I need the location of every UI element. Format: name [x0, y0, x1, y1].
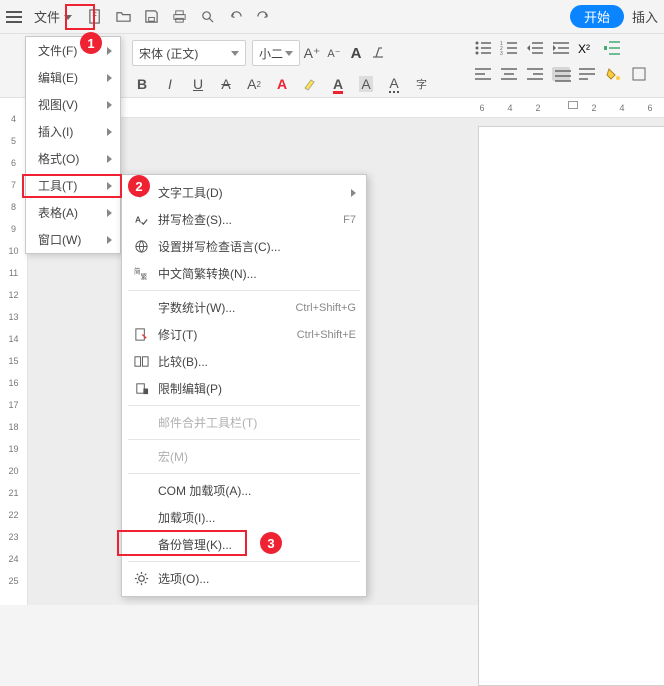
emphasis-button[interactable]: A	[384, 74, 404, 94]
align-center-icon[interactable]	[500, 67, 518, 81]
svg-text:3: 3	[500, 51, 503, 56]
align-left-icon[interactable]	[474, 67, 492, 81]
document-page[interactable]	[478, 126, 664, 686]
clear-format-icon[interactable]	[368, 43, 388, 63]
compare-icon	[132, 353, 150, 371]
indent-icon[interactable]	[552, 40, 570, 56]
chevron-right-icon	[107, 179, 112, 193]
submenu-sc-convert[interactable]: 简繁 中文简繁转换(N)...	[122, 260, 366, 287]
menu-icon[interactable]	[6, 11, 22, 23]
indent-marker-icon[interactable]	[568, 101, 578, 109]
convert-icon: 简繁	[132, 265, 150, 283]
chevron-right-icon	[107, 44, 112, 58]
shading-icon[interactable]	[604, 66, 622, 82]
menu-separator	[128, 405, 360, 406]
tab-start[interactable]: 开始	[570, 5, 624, 28]
menu-separator	[128, 561, 360, 562]
quick-access-bar: 文件 开始 插入	[0, 0, 664, 34]
gear-icon	[132, 570, 150, 588]
chevron-right-icon	[107, 71, 112, 85]
file-menu-button[interactable]: 文件	[28, 5, 78, 28]
menu-item-tools[interactable]: 工具(T)	[26, 172, 120, 199]
decrease-font-icon[interactable]: A⁻	[324, 43, 344, 63]
submenu-mail-merge: 邮件合并工具栏(T)	[122, 409, 366, 436]
number-list-icon[interactable]: 123	[500, 40, 518, 56]
strikethrough-button[interactable]: A	[216, 74, 236, 94]
highlight-button[interactable]	[300, 74, 320, 94]
submenu-restrict-edit[interactable]: 限制编辑(P)	[122, 375, 366, 402]
phonetic-guide-button[interactable]: 字	[412, 74, 432, 94]
spellcheck-icon: A	[132, 211, 150, 229]
chevron-right-icon	[107, 98, 112, 112]
menu-item-file[interactable]: 文件(F)	[26, 37, 120, 64]
submenu-macro: 宏(M)	[122, 443, 366, 470]
submenu-text-tool[interactable]: 字 文字工具(D)	[122, 179, 366, 206]
submenu-set-spell-lang[interactable]: 设置拼写检查语言(C)...	[122, 233, 366, 260]
font-size-select[interactable]: 小二	[252, 40, 300, 66]
submenu-addins[interactable]: 加载项(I)...	[122, 504, 366, 531]
menu-item-edit[interactable]: 编辑(E)	[26, 64, 120, 91]
submenu-backup[interactable]: 备份管理(K)...	[122, 531, 366, 558]
svg-text:字: 字	[135, 186, 145, 199]
font-family-select[interactable]: 宋体 (正文)	[132, 40, 246, 66]
file-menu-label: 文件	[34, 7, 60, 26]
submenu-spellcheck[interactable]: A 拼写检查(S)... F7	[122, 206, 366, 233]
increase-font-icon[interactable]: A⁺	[302, 43, 322, 63]
revision-icon	[132, 326, 150, 344]
text-tool-icon: 字	[132, 184, 150, 202]
submenu-word-count[interactable]: 字数统计(W)... Ctrl+Shift+G	[122, 294, 366, 321]
horizontal-ruler: 6 4 2 2 4 6	[28, 98, 664, 118]
change-case-icon[interactable]: A	[346, 43, 366, 63]
superscript-x-icon[interactable]: X²	[578, 40, 596, 56]
char-shading-button[interactable]: A	[356, 74, 376, 94]
chevron-down-icon	[64, 13, 72, 21]
submenu-com-addins[interactable]: COM 加载项(A)...	[122, 477, 366, 504]
print-icon[interactable]	[168, 6, 190, 28]
menu-item-format[interactable]: 格式(O)	[26, 145, 120, 172]
chevron-right-icon	[351, 186, 356, 200]
tab-insert[interactable]: 插入	[632, 7, 658, 26]
bullet-list-icon[interactable]	[474, 40, 492, 56]
redo-icon[interactable]	[252, 6, 274, 28]
italic-button[interactable]: I	[160, 74, 180, 94]
menu-separator	[128, 439, 360, 440]
menu-item-view[interactable]: 视图(V)	[26, 91, 120, 118]
font-color-button[interactable]: A	[328, 74, 348, 94]
submenu-compare[interactable]: 比较(B)...	[122, 348, 366, 375]
align-justify-icon[interactable]	[552, 67, 570, 81]
menu-item-insert[interactable]: 插入(I)	[26, 118, 120, 145]
line-spacing-icon[interactable]	[604, 40, 622, 56]
borders-icon[interactable]	[630, 66, 648, 82]
open-icon[interactable]	[112, 6, 134, 28]
undo-icon[interactable]	[224, 6, 246, 28]
outdent-icon[interactable]	[526, 40, 544, 56]
vertical-ruler: 4 5 6 7 8 9 10 11 12 13 14 15 16 17 18 1…	[0, 98, 28, 605]
align-right-icon[interactable]	[526, 67, 544, 81]
submenu-revision[interactable]: 修订(T) Ctrl+Shift+E	[122, 321, 366, 348]
menu-item-table[interactable]: 表格(A)	[26, 199, 120, 226]
distribute-icon[interactable]	[578, 67, 596, 81]
svg-text:繁: 繁	[140, 272, 147, 281]
main-menu-dropdown: 文件(F) 编辑(E) 视图(V) 插入(I) 格式(O) 工具(T) 表格(A…	[25, 36, 121, 254]
bold-button[interactable]: B	[132, 74, 152, 94]
submenu-options[interactable]: 选项(O)...	[122, 565, 366, 592]
lock-icon	[132, 380, 150, 398]
tools-submenu: 字 文字工具(D) A 拼写检查(S)... F7 设置拼写检查语言(C)...…	[121, 174, 367, 597]
print-preview-icon[interactable]	[196, 6, 218, 28]
underline-button[interactable]: U	[188, 74, 208, 94]
svg-text:A: A	[134, 214, 140, 224]
globe-icon	[132, 238, 150, 256]
menu-separator	[128, 290, 360, 291]
svg-text:字: 字	[416, 77, 427, 91]
chevron-right-icon	[107, 152, 112, 166]
chevron-right-icon	[107, 206, 112, 220]
text-effect-button[interactable]: A	[272, 74, 292, 94]
menu-separator	[128, 473, 360, 474]
new-doc-icon[interactable]	[84, 6, 106, 28]
superscript-button[interactable]: A2	[244, 74, 264, 94]
save-icon[interactable]	[140, 6, 162, 28]
menu-item-window[interactable]: 窗口(W)	[26, 226, 120, 253]
chevron-right-icon	[107, 233, 112, 247]
chevron-right-icon	[107, 125, 112, 139]
